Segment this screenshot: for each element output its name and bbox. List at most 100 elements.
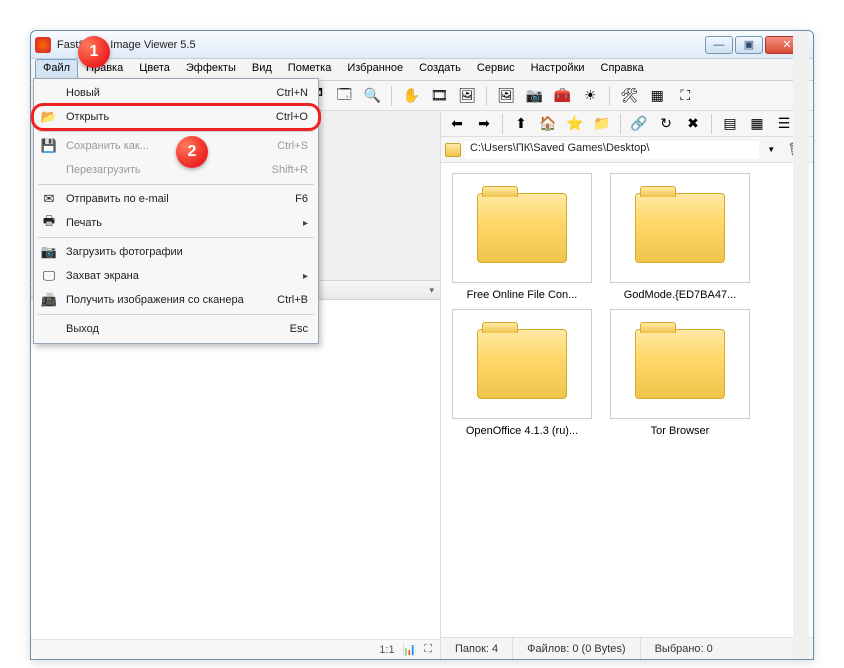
folder-thumb[interactable]: GodMode.{ED7BA47... [605,173,755,301]
thumb-box [610,309,750,419]
toolbar-separator [502,114,503,134]
menu-item-icon: 🖵 [40,267,58,285]
app-icon [35,37,51,53]
nav-icon[interactable]: ⭐ [563,112,587,136]
menu-файл[interactable]: Файл [35,59,78,80]
menu-item-shortcut: Ctrl+S [277,140,308,152]
callout-2: 2 [176,136,208,168]
nav-icon[interactable]: ▤ [718,112,742,136]
menu-item-icon: 🖶 [40,214,58,232]
menu-сервис[interactable]: Сервис [469,59,523,80]
thumb-label: GodMode.{ED7BA47... [610,289,750,301]
nav-icon[interactable]: ⬅ [445,112,469,136]
toolbar-icon[interactable]: ⛶ [673,84,697,108]
menu-item-открыть[interactable]: 📂 Открыть Ctrl+O [36,105,316,129]
menu-item-label: Выход [66,323,282,335]
folder-icon [635,329,725,399]
menu-item-shortcut: Ctrl+N [277,87,308,99]
menu-item-icon: 📷 [40,243,58,261]
status-bar: Папок: 4 Файлов: 0 (0 Bytes) Выбрано: 0 [441,637,813,659]
menu-избранное[interactable]: Избранное [339,59,411,80]
toolbar-separator [620,114,621,134]
menu-цвета[interactable]: Цвета [131,59,178,80]
menu-item-shortcut: Shift+R [272,164,308,176]
preview-footer: 1:1 📊 ⛶ [31,639,440,659]
menu-item-label: Захват экрана [66,270,283,282]
nav-icon[interactable]: ➡ [472,112,496,136]
folder-thumb[interactable]: OpenOffice 4.1.3 (ru)... [447,309,597,437]
zoom-ratio: 1:1 [379,644,394,656]
toolbar-icon[interactable]: 🎞 [427,84,451,108]
toolbar-icon[interactable]: ☀ [578,84,602,108]
path-input[interactable]: C:\Users\ПК\Saved Games\Desktop\ [465,141,759,159]
nav-toolbar: ⬅➡⬆🏠⭐📁🔗↻✖▤▦☰ [441,111,813,137]
scrollbar[interactable] [793,163,809,637]
menu-item-label: Перезагрузить [66,164,264,176]
thumbnail-grid[interactable]: Free Online File Con... GodMode.{ED7BA47.… [441,163,813,637]
fit-icon[interactable]: ⛶ [424,643,432,656]
menu-item-label: Открыть [66,111,268,123]
nav-icon[interactable]: ▦ [745,112,769,136]
nav-icon[interactable]: ↻ [654,112,678,136]
titlebar: FastStone Image Viewer 5.5 — ▣ ✕ [31,31,813,59]
menu-item-label: Новый [66,87,269,99]
menu-item-icon: 📂 [40,108,58,126]
thumb-box [452,309,592,419]
nav-icon[interactable]: 🔗 [627,112,651,136]
nav-icon[interactable]: 🏠 [536,112,560,136]
menu-item-shortcut: Ctrl+O [276,111,308,123]
menu-separator [38,314,314,315]
folder-thumb[interactable]: Free Online File Con... [447,173,597,301]
menu-item-icon [40,320,58,338]
minimize-button[interactable]: — [705,36,733,54]
menu-настройки[interactable]: Настройки [523,59,593,80]
menu-item-новый[interactable]: Новый Ctrl+N [36,81,316,105]
menu-item-label: Сохранить как... [66,140,269,152]
maximize-button[interactable]: ▣ [735,36,763,54]
thumb-box [610,173,750,283]
menu-item-label: Загрузить фотографии [66,246,300,258]
histogram-icon[interactable]: 📊 [403,643,417,656]
toolbar-icon[interactable]: 🧰 [550,84,574,108]
chevron-down-icon[interactable]: ▾ [429,285,434,296]
menu-пометка[interactable]: Пометка [280,59,340,80]
menu-separator [38,184,314,185]
nav-icon[interactable]: ✖ [681,112,705,136]
toolbar-icon[interactable]: 🖼 [494,84,518,108]
folder-icon [477,193,567,263]
toolbar-separator [391,86,392,106]
folder-icon [477,329,567,399]
menu-item-захват-экрана[interactable]: 🖵 Захват экрана [36,264,316,288]
thumb-label: Free Online File Con... [452,289,592,301]
menu-item-icon [40,161,58,179]
path-dropdown-icon[interactable]: ▼ [763,145,779,154]
file-menu-dropdown: НовыйCtrl+N📂ОткрытьCtrl+O💾Сохранить как.… [33,78,319,344]
nav-icon[interactable]: 📁 [590,112,614,136]
toolbar-icon[interactable]: 🛠 [617,84,641,108]
callout-1: 1 [78,36,110,68]
menu-item-получить-изображения-со-сканера[interactable]: 📠Получить изображения со сканераCtrl+B [36,288,316,312]
toolbar-icon[interactable]: ✋ [399,84,423,108]
menu-справка[interactable]: Справка [593,59,652,80]
preview-area [31,300,440,639]
menu-item-icon: ✉ [40,190,58,208]
menu-создать[interactable]: Создать [411,59,469,80]
toolbar-icon[interactable]: ▦ [645,84,669,108]
toolbar-icon[interactable]: 🗔 [332,84,356,108]
status-folders: Папок: 4 [441,638,513,659]
menu-item-выход[interactable]: Выход Esc [36,317,316,341]
folder-thumb[interactable]: Tor Browser [605,309,755,437]
window-title: FastStone Image Viewer 5.5 [57,39,705,51]
menu-item-отправить-по-e-mail[interactable]: ✉Отправить по e-mailF6 [36,187,316,211]
menu-вид[interactable]: Вид [244,59,280,80]
nav-icon[interactable]: ⬆ [509,112,533,136]
toolbar-icon[interactable]: 🔍 [360,84,384,108]
menu-item-загрузить-фотографии[interactable]: 📷 Загрузить фотографии [36,240,316,264]
menu-item-shortcut: Esc [290,323,308,335]
menu-эффекты[interactable]: Эффекты [178,59,244,80]
menu-item-печать[interactable]: 🖶 Печать [36,211,316,235]
toolbar-icon[interactable]: 📷 [522,84,546,108]
menu-item-label: Печать [66,217,283,229]
toolbar-icon[interactable]: 🖼 [455,84,479,108]
menu-item-перезагрузить: Перезагрузить Shift+R [36,158,316,182]
